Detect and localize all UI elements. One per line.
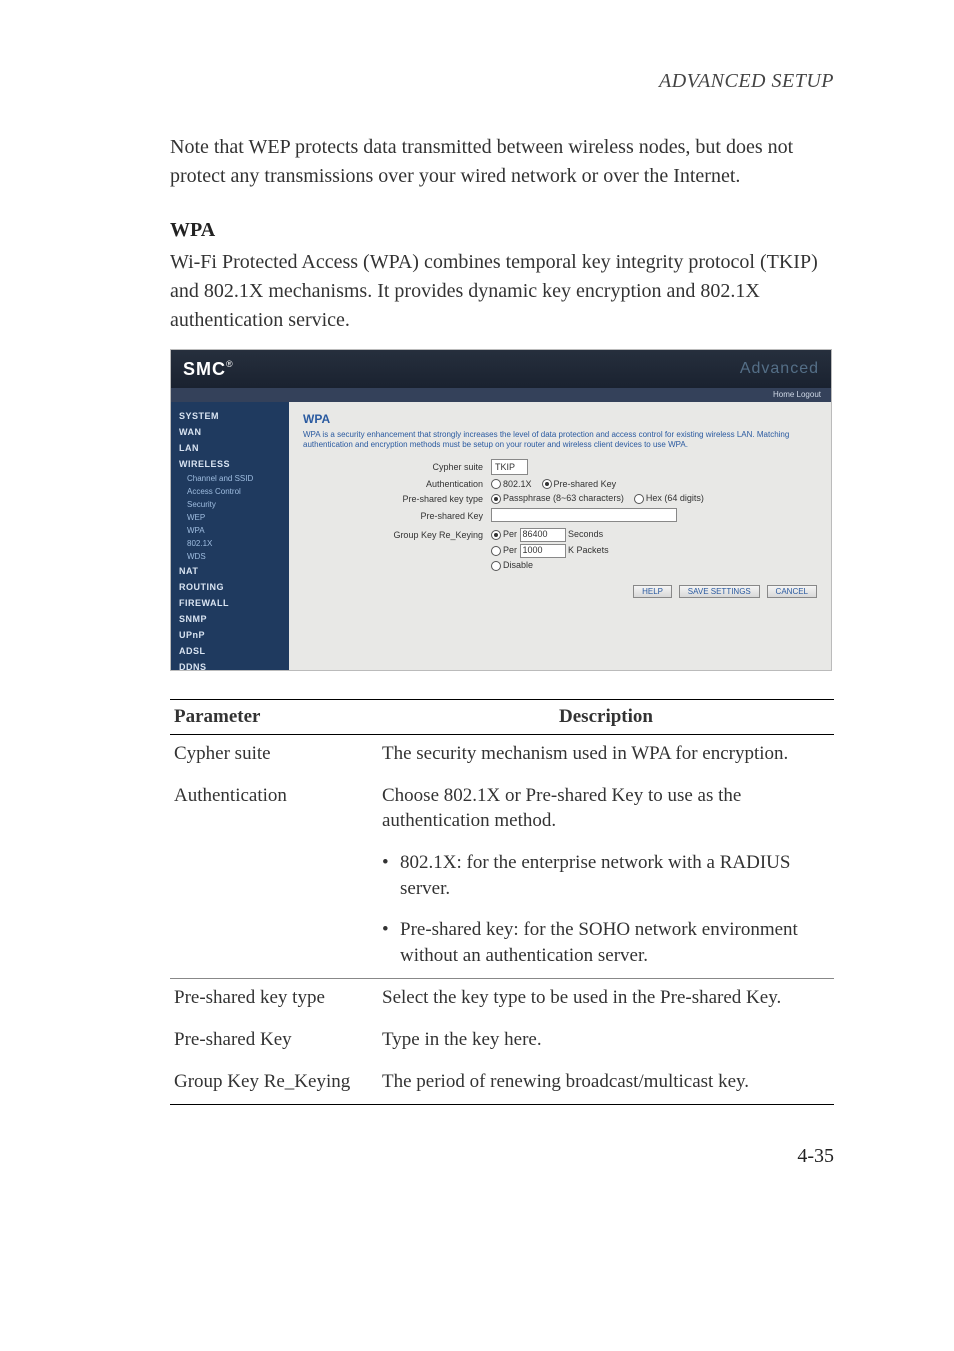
per-packets-label: Per <box>503 545 517 555</box>
col-parameter: Parameter <box>170 700 378 735</box>
sidebar-sub-wpa[interactable]: WPA <box>171 524 289 537</box>
table-header-row: Parameter Description <box>170 700 834 735</box>
label-auth: Authentication <box>303 479 491 489</box>
input-packets[interactable]: 1000 <box>520 544 566 558</box>
logo-text: SMC <box>183 359 226 379</box>
desc-cypher: The security mechanism used in WPA for e… <box>378 735 834 777</box>
seconds-unit: Seconds <box>568 529 603 539</box>
radio-passphrase[interactable] <box>491 494 501 504</box>
sidebar-sub-wep[interactable]: WEP <box>171 511 289 524</box>
router-screenshot: SMC® Advanced Home Logout SYSTEM WAN LAN… <box>170 349 832 671</box>
logo-registered: ® <box>226 359 233 369</box>
sidebar-item-ddns[interactable]: DDNS <box>171 659 289 671</box>
page: ADVANCED SETUP Note that WEP protects da… <box>0 0 954 1228</box>
radio-hex[interactable] <box>634 494 644 504</box>
intro-paragraph: Note that WEP protects data transmitted … <box>170 133 834 191</box>
auth-bullet-2: • Pre-shared key: for the SOHO network e… <box>382 917 830 968</box>
row-cypher: Cypher suite TKIP <box>303 459 817 475</box>
parameter-table: Parameter Description Cypher suite The s… <box>170 699 834 1105</box>
desc-psk-type: Select the key type to be used in the Pr… <box>378 979 834 1021</box>
sidebar-item-wireless[interactable]: WIRELESS <box>171 456 289 472</box>
radio-psk[interactable] <box>542 479 552 489</box>
panel-description: WPA is a security enhancement that stron… <box>303 430 817 451</box>
bullet-dot-icon: • <box>382 917 400 968</box>
input-psk[interactable] <box>491 508 677 522</box>
label-group-key: Group Key Re_Keying <box>303 528 491 540</box>
radio-hex-label: Hex (64 digits) <box>646 493 704 503</box>
screenshot-main: WPA WPA is a security enhancement that s… <box>289 402 831 670</box>
section-heading-wpa: WPA <box>170 219 834 242</box>
screenshot-sidebar: SYSTEM WAN LAN WIRELESS Channel and SSID… <box>171 402 289 670</box>
row-group-key: Group Key Re_Keying Per 86400 Seconds Pe… <box>303 528 817 571</box>
table-row: Pre-shared Key Type in the key here. <box>170 1021 834 1063</box>
save-settings-button[interactable]: SAVE SETTINGS <box>679 585 760 598</box>
radio-psk-label: Pre-shared Key <box>554 479 617 489</box>
screenshot-header: SMC® Advanced <box>171 350 831 388</box>
brand-text: Advanced <box>740 360 819 378</box>
disable-label: Disable <box>503 560 533 570</box>
sidebar-item-routing[interactable]: ROUTING <box>171 579 289 595</box>
cancel-button[interactable]: CANCEL <box>767 585 817 598</box>
panel-title: WPA <box>303 412 817 426</box>
radio-passphrase-label: Passphrase (8~63 characters) <box>503 493 624 503</box>
radio-per-packets[interactable] <box>491 546 501 556</box>
row-psk: Pre-shared Key <box>303 508 817 524</box>
sidebar-item-upnp[interactable]: UPnP <box>171 627 289 643</box>
label-psk-type: Pre-shared key type <box>303 494 491 504</box>
col-description: Description <box>378 700 834 735</box>
radio-per-seconds[interactable] <box>491 530 501 540</box>
sidebar-item-lan[interactable]: LAN <box>171 440 289 456</box>
sidebar-item-nat[interactable]: NAT <box>171 563 289 579</box>
sidebar-item-snmp[interactable]: SNMP <box>171 611 289 627</box>
section-paragraph: Wi-Fi Protected Access (WPA) combines te… <box>170 248 834 335</box>
sidebar-sub-wds[interactable]: WDS <box>171 550 289 563</box>
bullet-dot-icon: • <box>382 850 400 901</box>
page-number: 4-35 <box>170 1145 834 1168</box>
param-auth: Authentication <box>170 777 378 844</box>
sidebar-item-firewall[interactable]: FIREWALL <box>171 595 289 611</box>
radio-disable[interactable] <box>491 561 501 571</box>
row-psk-type: Pre-shared key type Passphrase (8~63 cha… <box>303 493 817 504</box>
param-psk: Pre-shared Key <box>170 1021 378 1063</box>
running-head: ADVANCED SETUP <box>170 70 834 93</box>
auth-bullet-1-text: 802.1X: for the enterprise network with … <box>400 850 830 901</box>
desc-psk: Type in the key here. <box>378 1021 834 1063</box>
screenshot-toplinks: Home Logout <box>171 388 831 402</box>
auth-bullet-2-text: Pre-shared key: for the SOHO network env… <box>400 917 830 968</box>
label-psk: Pre-shared Key <box>303 511 491 521</box>
sidebar-item-system[interactable]: SYSTEM <box>171 408 289 424</box>
input-seconds[interactable]: 86400 <box>520 528 566 542</box>
param-cypher: Cypher suite <box>170 735 378 777</box>
select-cypher[interactable]: TKIP <box>491 459 528 475</box>
label-cypher: Cypher suite <box>303 462 491 472</box>
auth-bullet-1: • 802.1X: for the enterprise network wit… <box>382 850 830 901</box>
smc-logo: SMC® <box>183 359 233 380</box>
sidebar-sub-security[interactable]: Security <box>171 498 289 511</box>
sidebar-sub-access[interactable]: Access Control <box>171 485 289 498</box>
desc-group: The period of renewing broadcast/multica… <box>378 1063 834 1105</box>
table-row: Cypher suite The security mechanism used… <box>170 735 834 777</box>
radio-8021x[interactable] <box>491 479 501 489</box>
param-group: Group Key Re_Keying <box>170 1063 378 1105</box>
sidebar-item-wan[interactable]: WAN <box>171 424 289 440</box>
per-seconds-label: Per <box>503 529 517 539</box>
table-row: • Pre-shared key: for the SOHO network e… <box>170 911 834 979</box>
help-button[interactable]: HELP <box>633 585 672 598</box>
table-row: Pre-shared key type Select the key type … <box>170 979 834 1021</box>
desc-auth: Choose 802.1X or Pre-shared Key to use a… <box>378 777 834 844</box>
screenshot-body: SYSTEM WAN LAN WIRELESS Channel and SSID… <box>171 402 831 670</box>
row-auth: Authentication 802.1X Pre-shared Key <box>303 479 817 490</box>
table-row: Authentication Choose 802.1X or Pre-shar… <box>170 777 834 844</box>
packets-unit: K Packets <box>568 545 609 555</box>
sidebar-sub-8021x[interactable]: 802.1X <box>171 537 289 550</box>
table-row: Group Key Re_Keying The period of renewi… <box>170 1063 834 1105</box>
panel-buttons: HELP SAVE SETTINGS CANCEL <box>303 585 817 598</box>
param-psk-type: Pre-shared key type <box>170 979 378 1021</box>
radio-8021x-label: 802.1X <box>503 479 532 489</box>
sidebar-item-adsl[interactable]: ADSL <box>171 643 289 659</box>
sidebar-sub-channel[interactable]: Channel and SSID <box>171 472 289 485</box>
table-row: • 802.1X: for the enterprise network wit… <box>170 844 834 911</box>
